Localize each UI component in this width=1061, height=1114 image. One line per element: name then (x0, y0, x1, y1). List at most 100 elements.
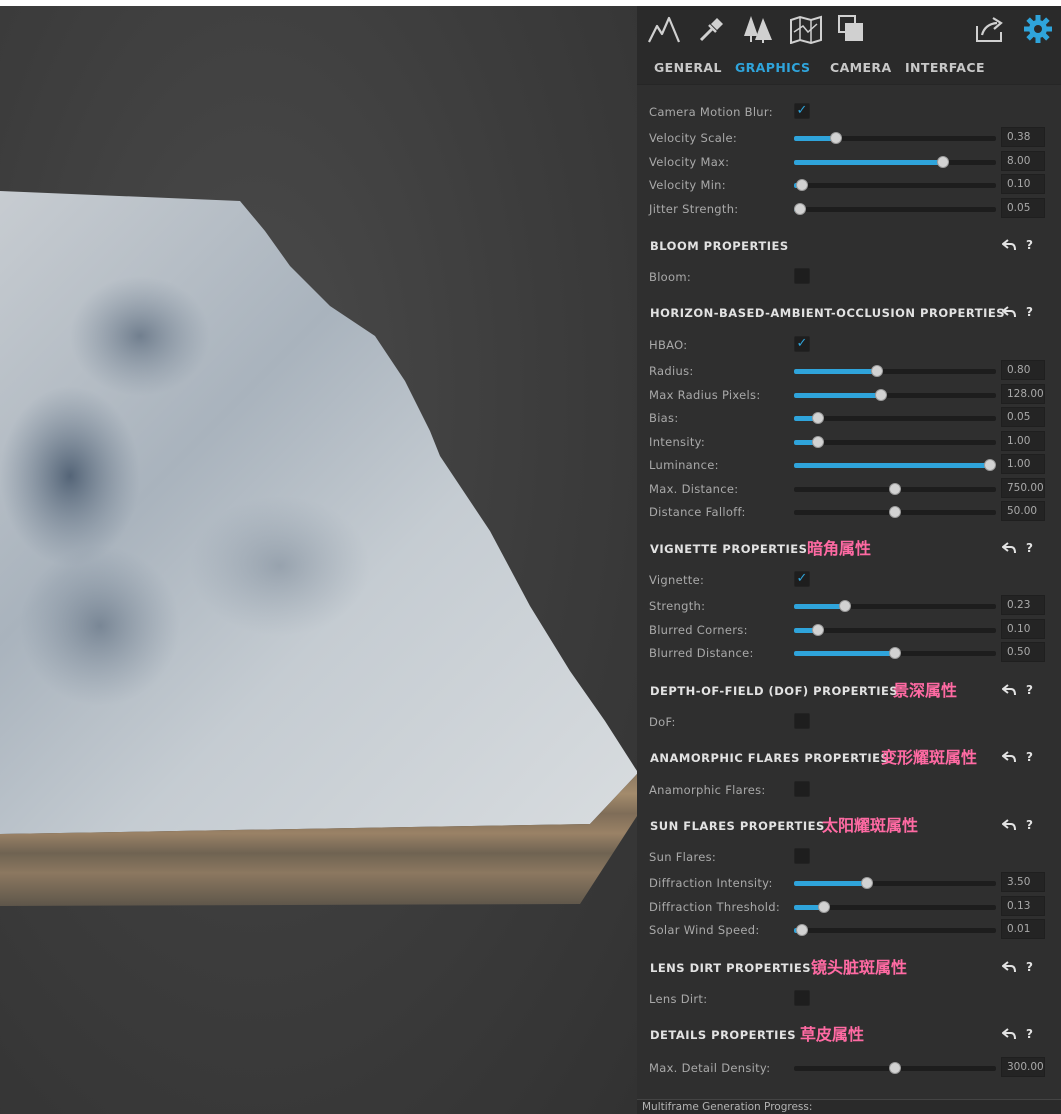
help-icon[interactable]: ? (1026, 960, 1033, 974)
slider-handle[interactable] (818, 901, 831, 913)
diffraction-intensity-input[interactable]: 3.50 (1001, 872, 1045, 892)
map-icon[interactable] (789, 13, 823, 45)
reset-icon[interactable] (1001, 959, 1017, 975)
status-bar: Multiframe Generation Progress: (637, 1099, 1061, 1114)
intensity-row: Intensity: 1.00 (637, 430, 1061, 454)
solar-wind-speed-input[interactable]: 0.01 (1001, 919, 1045, 939)
dof-annotation: 景深属性 (893, 681, 958, 700)
mountain-icon[interactable] (647, 13, 681, 45)
slider-handle[interactable] (812, 436, 825, 448)
camera-motion-blur-checkbox[interactable]: ✓ (794, 103, 810, 119)
max-radius-pixels-input[interactable]: 128.00 (1001, 384, 1045, 404)
slider-handle[interactable] (889, 647, 901, 659)
lens-dirt-checkbox[interactable] (794, 990, 810, 1006)
diffraction-threshold-slider[interactable] (794, 901, 996, 913)
share-icon[interactable] (973, 13, 1007, 45)
slider-handle[interactable] (983, 459, 996, 471)
distance-falloff-slider[interactable] (794, 506, 996, 518)
reset-icon[interactable] (1001, 682, 1017, 698)
bias-slider[interactable] (794, 412, 996, 424)
max-radius-pixels-slider[interactable] (794, 389, 996, 401)
sun-flares-checkbox[interactable] (794, 848, 810, 864)
velocity-scale-slider[interactable] (794, 132, 996, 144)
velocity-max-slider[interactable] (794, 156, 996, 168)
diffraction-threshold-input[interactable]: 0.13 (1001, 896, 1045, 916)
jitter-strength-input[interactable]: 0.05 (1001, 198, 1045, 218)
help-icon[interactable]: ? (1026, 238, 1033, 252)
slider-handle[interactable] (812, 412, 825, 424)
gear-icon[interactable] (1021, 13, 1055, 45)
slider-handle[interactable] (874, 389, 887, 401)
intensity-slider[interactable] (794, 436, 996, 448)
slider-handle[interactable] (889, 1062, 901, 1074)
help-icon[interactable]: ? (1026, 1027, 1033, 1041)
tab-camera[interactable]: CAMERA (830, 60, 892, 75)
luminance-input[interactable]: 1.00 (1001, 454, 1045, 474)
velocity-min-slider[interactable] (794, 179, 996, 191)
bloom-section-title: BLOOM PROPERTIES (650, 239, 789, 253)
blurred-distance-input[interactable]: 0.50 (1001, 642, 1045, 662)
luminance-slider[interactable] (794, 459, 996, 471)
max-detail-density-input[interactable]: 300.00 (1001, 1057, 1045, 1077)
layers-icon[interactable] (835, 13, 869, 45)
dof-label: DoF: (649, 715, 676, 729)
anamorphic-flares-checkbox[interactable] (794, 781, 810, 797)
reset-icon[interactable] (1001, 237, 1017, 253)
radius-input[interactable]: 0.80 (1001, 360, 1045, 380)
intensity-input[interactable]: 1.00 (1001, 431, 1045, 451)
tab-bar: GENERAL GRAPHICS CAMERA INTERFACE (637, 52, 1061, 84)
strength-slider[interactable] (794, 600, 996, 612)
jitter-strength-slider[interactable] (794, 203, 996, 215)
solar-wind-speed-slider[interactable] (794, 924, 996, 936)
blurred-corners-slider[interactable] (794, 624, 996, 636)
blurred-corners-input[interactable]: 0.10 (1001, 619, 1045, 639)
slider-handle[interactable] (830, 132, 843, 144)
reset-icon[interactable] (1001, 1026, 1017, 1042)
vignette-checkbox[interactable]: ✓ (794, 571, 810, 587)
slider-handle[interactable] (838, 600, 851, 612)
strength-input[interactable]: 0.23 (1001, 595, 1045, 615)
help-icon[interactable]: ? (1026, 683, 1033, 697)
tab-general[interactable]: GENERAL (654, 60, 722, 75)
details-section-header: DETAILS PROPERTIES 草皮属性 ? (637, 1021, 1061, 1049)
help-icon[interactable]: ? (1026, 750, 1033, 764)
toolbar (637, 6, 1061, 52)
velocity-min-input[interactable]: 0.10 (1001, 174, 1045, 194)
eyedropper-icon[interactable] (695, 13, 729, 45)
max-detail-density-slider[interactable] (794, 1062, 996, 1074)
slider-handle[interactable] (796, 924, 809, 936)
tab-interface[interactable]: INTERFACE (905, 60, 985, 75)
slider-handle[interactable] (796, 179, 809, 191)
terrain-viewport[interactable] (0, 6, 637, 1114)
tab-graphics[interactable]: GRAPHICS (735, 60, 810, 75)
slider-handle[interactable] (860, 877, 873, 889)
velocity-max-input[interactable]: 8.00 (1001, 151, 1045, 171)
max-distance-input[interactable]: 750.00 (1001, 478, 1045, 498)
diffraction-intensity-slider[interactable] (794, 877, 996, 889)
bloom-checkbox[interactable] (794, 268, 810, 284)
help-icon[interactable]: ? (1026, 818, 1033, 832)
hbao-checkbox[interactable]: ✓ (794, 336, 810, 352)
help-icon[interactable]: ? (1026, 541, 1033, 555)
slider-handle[interactable] (794, 203, 807, 215)
velocity-scale-input[interactable]: 0.38 (1001, 127, 1045, 147)
reset-icon[interactable] (1001, 817, 1017, 833)
blurred-distance-slider[interactable] (794, 647, 996, 659)
slider-handle[interactable] (870, 365, 883, 377)
slider-handle[interactable] (889, 506, 901, 518)
max-distance-slider[interactable] (794, 483, 996, 495)
sun-flares-annotation: 太阳耀斑属性 (822, 816, 919, 835)
reset-icon[interactable] (1001, 304, 1017, 320)
help-icon[interactable]: ? (1026, 305, 1033, 319)
bias-input[interactable]: 0.05 (1001, 407, 1045, 427)
bloom-row: Bloom: (637, 265, 1061, 289)
reset-icon[interactable] (1001, 749, 1017, 765)
slider-handle[interactable] (812, 624, 825, 636)
slider-handle[interactable] (889, 483, 901, 495)
slider-handle[interactable] (937, 156, 950, 168)
distance-falloff-input[interactable]: 50.00 (1001, 501, 1045, 521)
reset-icon[interactable] (1001, 540, 1017, 556)
trees-icon[interactable] (741, 13, 775, 45)
dof-checkbox[interactable] (794, 713, 810, 729)
radius-slider[interactable] (794, 365, 996, 377)
